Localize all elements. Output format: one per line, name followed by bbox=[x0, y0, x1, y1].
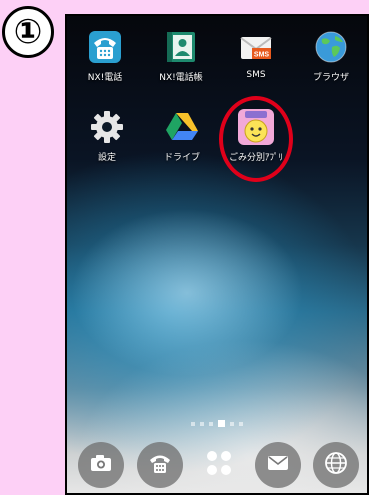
gear-icon bbox=[88, 108, 126, 146]
app-drive[interactable]: ドライブ bbox=[147, 108, 217, 163]
phone-home-screen: NX!電話 NX!電話帳 SMS SMS ブラウザ 設定 ドライブ ごみ分別ｱﾌ… bbox=[65, 14, 369, 495]
phone-icon bbox=[86, 28, 124, 66]
globe-icon bbox=[312, 28, 350, 66]
step-marker: ① bbox=[2, 6, 54, 58]
dock-phone-button[interactable] bbox=[137, 442, 183, 488]
app-settings[interactable]: 設定 bbox=[72, 108, 142, 163]
app-label: NX!電話 bbox=[87, 73, 123, 83]
page-dot-active bbox=[218, 420, 225, 427]
phone-icon bbox=[148, 452, 172, 478]
highlight-circle bbox=[219, 96, 293, 182]
drive-icon bbox=[163, 108, 201, 146]
dock-mail-button[interactable] bbox=[255, 442, 301, 488]
app-label: SMS bbox=[246, 70, 266, 80]
app-nx-contacts[interactable]: NX!電話帳 bbox=[146, 28, 216, 83]
app-sms[interactable]: SMS SMS bbox=[221, 28, 291, 80]
app-label: NX!電話帳 bbox=[159, 73, 203, 83]
sms-icon: SMS bbox=[237, 28, 275, 66]
page-indicator bbox=[67, 420, 367, 427]
app-drawer-icon bbox=[205, 449, 233, 481]
dock bbox=[67, 442, 367, 492]
dock-app-drawer-button[interactable] bbox=[196, 442, 242, 488]
svg-text:SMS: SMS bbox=[254, 52, 270, 59]
camera-icon bbox=[90, 454, 112, 476]
page-dot bbox=[191, 421, 195, 426]
page-dot bbox=[230, 421, 234, 426]
app-label: ドライブ bbox=[163, 153, 200, 163]
dock-browser-button[interactable] bbox=[313, 442, 359, 488]
mail-icon bbox=[267, 455, 289, 475]
page-dot bbox=[200, 421, 204, 426]
page-dot bbox=[209, 421, 213, 426]
dock-camera-button[interactable] bbox=[78, 442, 124, 488]
app-label: ブラウザ bbox=[312, 73, 349, 83]
page-dot bbox=[239, 421, 243, 426]
app-label: 設定 bbox=[97, 153, 116, 163]
app-nx-phone[interactable]: NX!電話 bbox=[70, 28, 140, 83]
globe-icon bbox=[324, 451, 348, 479]
app-browser[interactable]: ブラウザ bbox=[296, 28, 366, 83]
contacts-icon bbox=[162, 28, 200, 66]
